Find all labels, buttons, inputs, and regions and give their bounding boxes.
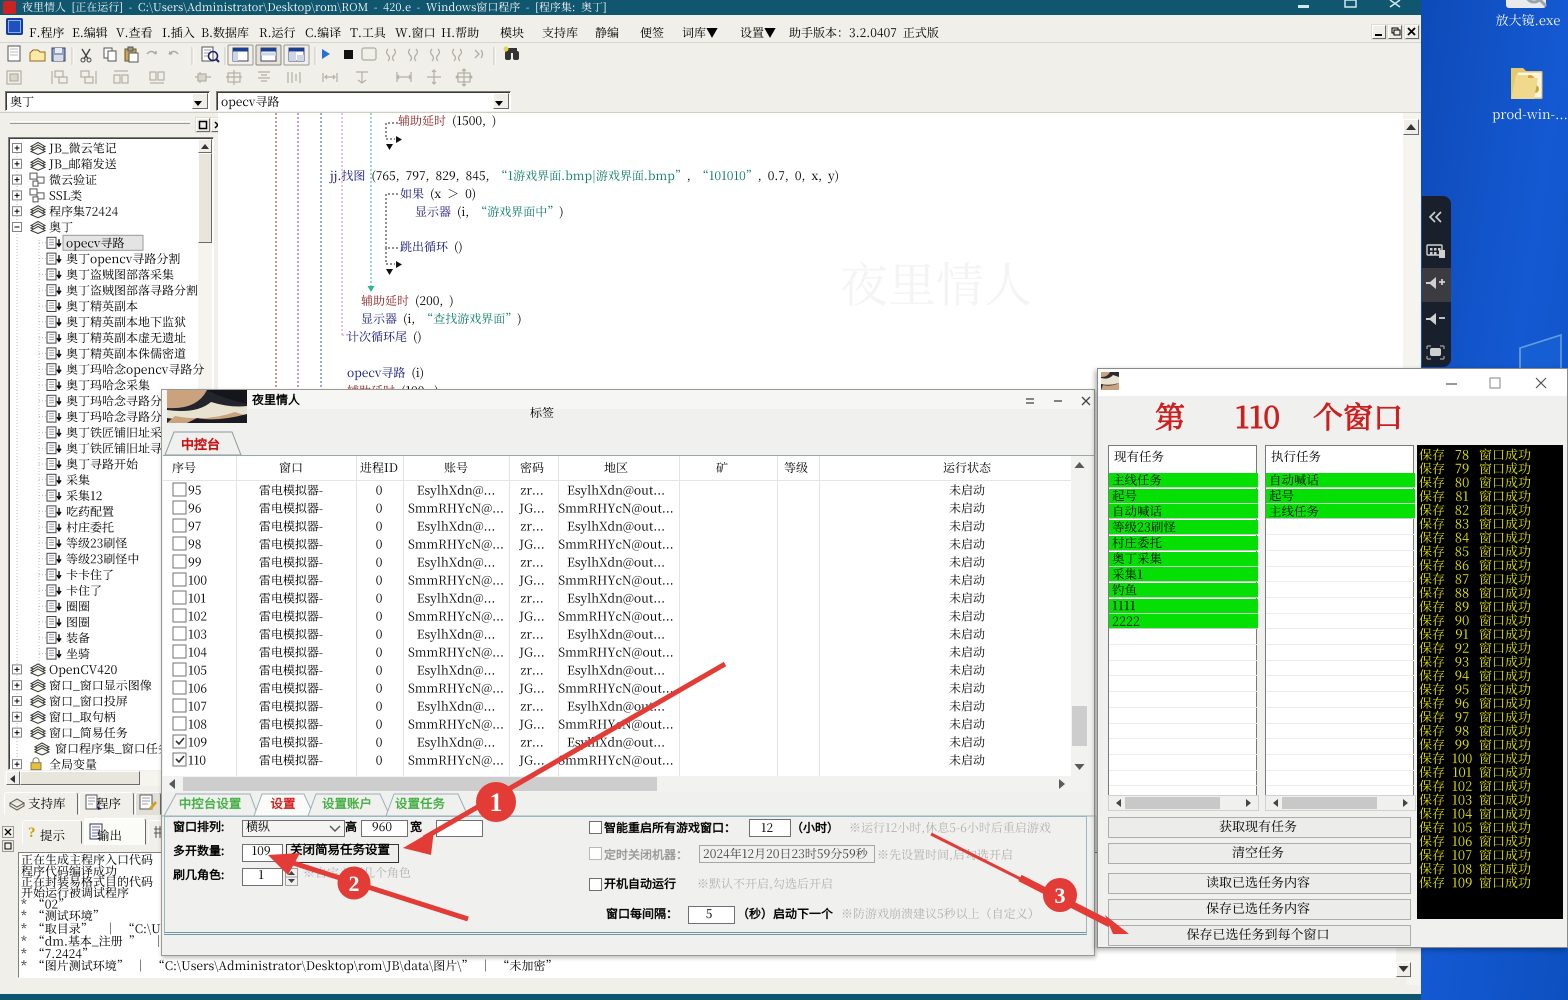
- svg-text:2: 2: [349, 871, 360, 896]
- svg-text:3: 3: [1055, 883, 1066, 908]
- svg-text:1: 1: [490, 788, 503, 817]
